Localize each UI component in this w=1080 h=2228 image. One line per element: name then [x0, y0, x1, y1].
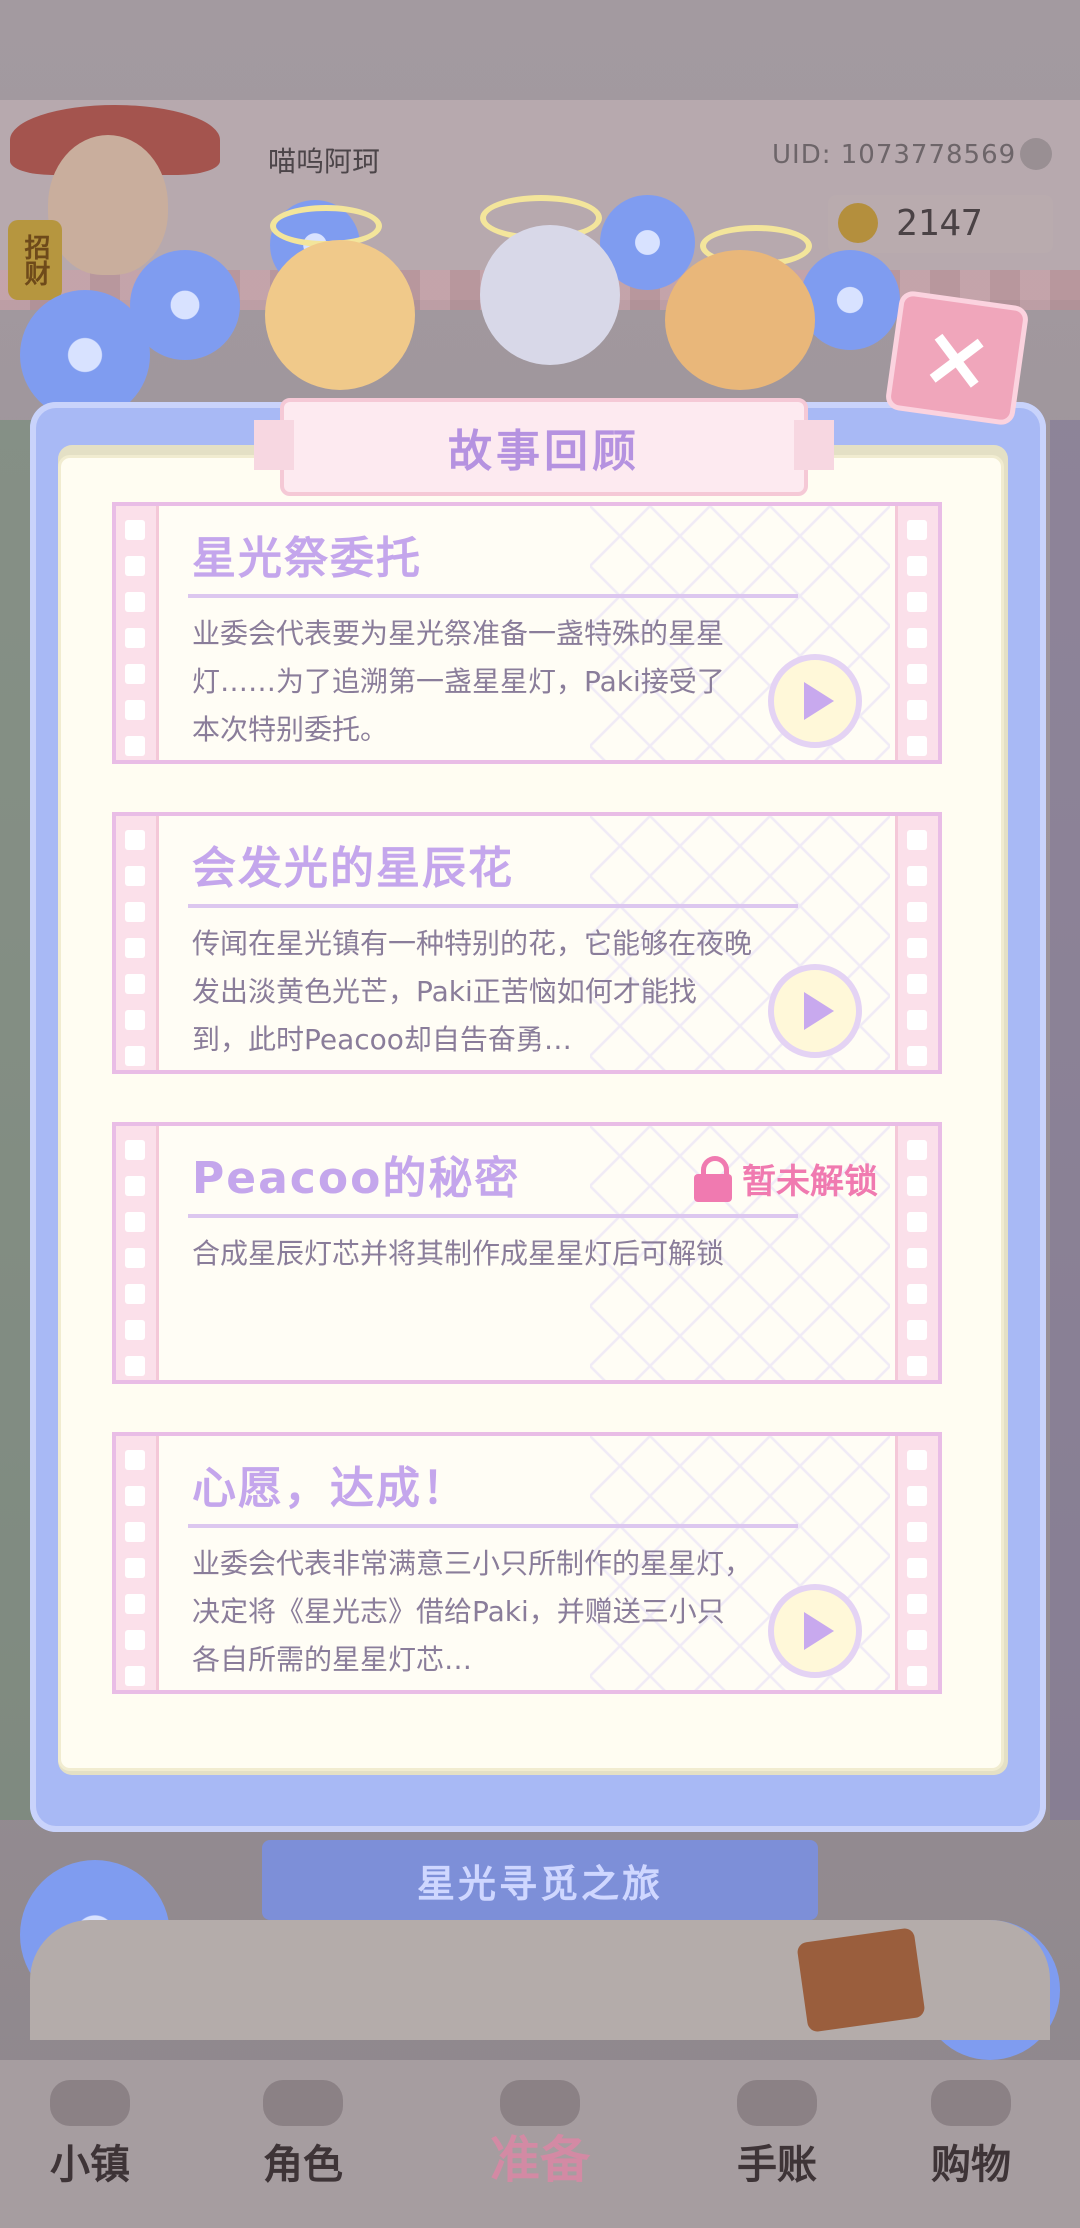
close-button[interactable]: ×	[884, 289, 1030, 427]
angel-character-1	[265, 240, 415, 390]
uid-label: UID: 1073778569	[772, 140, 1017, 170]
town-icon	[50, 2080, 130, 2126]
locked-status: 暂未解锁	[694, 1154, 878, 1203]
play-button[interactable]	[768, 1584, 862, 1678]
film-strip-right	[895, 1126, 938, 1380]
avatar[interactable]: 招财	[0, 50, 230, 300]
story-card[interactable]: 心愿，达成！ 业委会代表非常满意三小只所制作的星星灯，决定将《星光志》借给Pak…	[112, 1432, 942, 1694]
film-strip-right	[895, 816, 938, 1070]
nav-item-journal[interactable]: 手账	[692, 2080, 862, 2190]
coin-icon	[838, 203, 878, 243]
play-icon	[804, 1612, 834, 1650]
dialog-title-ribbon: 故事回顾	[254, 398, 834, 496]
avatar-badge: 招财	[8, 220, 62, 300]
character-icon	[263, 2080, 343, 2126]
story-card-locked: Peacoo的秘密 暂未解锁 合成星辰灯芯并将其制作成星星灯后可解锁	[112, 1122, 942, 1384]
story-title: Peacoo的秘密	[192, 1153, 521, 1204]
story-title: 星光祭委托	[192, 533, 422, 584]
coin-value: 2147	[896, 203, 983, 244]
nav-label: 购物	[931, 2142, 1011, 2188]
username: 喵呜阿珂	[268, 145, 381, 178]
story-card[interactable]: 星光祭委托 业委会代表要为星光祭准备一盏特殊的星星灯……为了追溯第一盏星星灯，P…	[112, 502, 942, 764]
scene-right-edge	[1050, 420, 1080, 1820]
play-icon	[804, 682, 834, 720]
film-strip-left	[116, 506, 159, 760]
nav-label: 准备	[490, 2131, 590, 2189]
film-strip-left	[116, 816, 159, 1070]
lock-icon	[694, 1155, 732, 1202]
story-description: 传闻在星光镇有一种特别的花，它能够在夜晚发出淡黄色光芒，Paki正苦恼如何才能找…	[192, 927, 753, 1056]
book-icon[interactable]	[796, 1927, 926, 2033]
story-title: 会发光的星辰花	[192, 843, 514, 894]
nav-label: 手账	[737, 2142, 817, 2188]
film-strip-right	[895, 1436, 938, 1690]
nav-item-town[interactable]: 小镇	[5, 2080, 175, 2190]
avatar-face	[48, 135, 168, 275]
flower-decoration	[800, 250, 900, 350]
locked-label: 暂未解锁	[742, 1162, 878, 1202]
divider	[188, 1214, 798, 1218]
angel-character-2	[480, 225, 620, 365]
journal-icon	[737, 2080, 817, 2126]
chapter-banner-text: 星光寻觅之旅	[416, 1861, 663, 1906]
nav-label: 小镇	[50, 2142, 130, 2188]
shop-icon	[931, 2080, 1011, 2126]
divider	[188, 904, 798, 908]
divider	[188, 594, 798, 598]
story-title: 心愿，达成！	[192, 1463, 468, 1514]
close-icon: ×	[915, 304, 999, 412]
nav-item-character[interactable]: 角色	[218, 2080, 388, 2190]
flower-decoration	[130, 250, 240, 360]
unlock-condition: 合成星辰灯芯并将其制作成星星灯后可解锁	[192, 1237, 725, 1270]
chapter-banner: 星光寻觅之旅	[262, 1840, 818, 1920]
nav-item-prepare[interactable]: 准备	[455, 2080, 625, 2190]
nav-item-shop[interactable]: 购物	[886, 2080, 1056, 2190]
copy-icon[interactable]	[1020, 138, 1052, 170]
story-card[interactable]: 会发光的星辰花 传闻在星光镇有一种特别的花，它能够在夜晚发出淡黄色光芒，Paki…	[112, 812, 942, 1074]
play-icon	[804, 992, 834, 1030]
dialog-title: 故事回顾	[448, 426, 640, 477]
play-button[interactable]	[768, 964, 862, 1058]
story-description: 业委会代表要为星光祭准备一盏特殊的星星灯……为了追溯第一盏星星灯，Paki接受了…	[192, 617, 725, 746]
nav-label: 角色	[263, 2142, 343, 2188]
film-strip-left	[116, 1126, 159, 1380]
divider	[188, 1524, 798, 1528]
film-strip-right	[895, 506, 938, 760]
play-button[interactable]	[768, 654, 862, 748]
story-description: 业委会代表非常满意三小只所制作的星星灯，决定将《星光志》借给Paki，并赠送三小…	[192, 1547, 753, 1676]
angel-character-3	[665, 250, 815, 390]
film-strip-left	[116, 1436, 159, 1690]
